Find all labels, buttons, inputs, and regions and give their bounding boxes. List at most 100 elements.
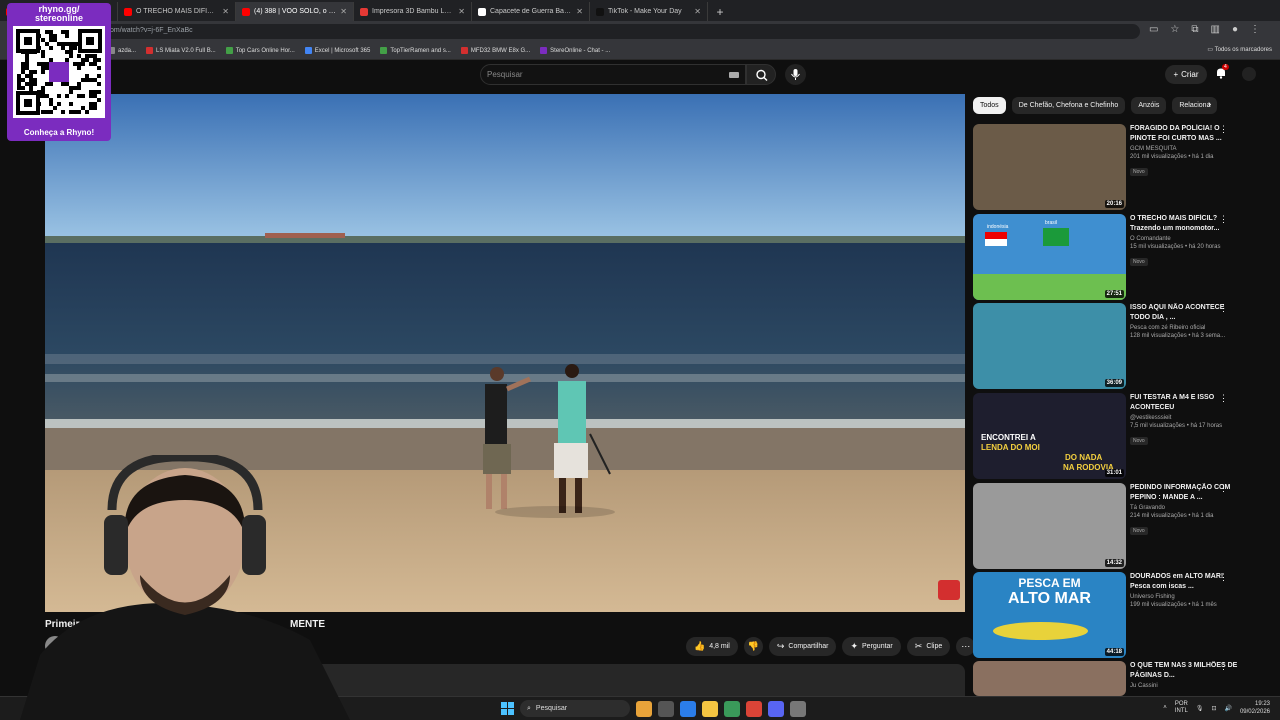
recommended-video[interactable]: PESCA EM ALTO MAR 44:18 DOURADOS em ALTO MA… <box>973 572 1253 658</box>
clip-button[interactable]: ✂ Clipe <box>906 637 951 656</box>
channel-name[interactable]: Universo Fishing <box>1130 594 1240 600</box>
badge-wrap: Novo <box>1130 519 1240 537</box>
like-count: 4,8 mil <box>709 643 730 650</box>
keyboard-icon[interactable] <box>729 72 739 78</box>
bookmark-item[interactable]: TopTierRamen and s... <box>380 47 451 54</box>
filter-chip[interactable]: Todos <box>973 97 1006 114</box>
browser-tab[interactable]: O TRECHO MAIS DIFÍCIL? Trazen ✕ <box>118 2 236 21</box>
chevron-up-icon[interactable]: ˄ <box>1163 705 1167 711</box>
bookmark-item[interactable]: Top Cars Online Hor... <box>225 47 295 54</box>
profile-icon[interactable]: ● <box>1232 24 1238 35</box>
subscribe-watermark-icon[interactable] <box>938 580 960 600</box>
copilot-icon[interactable] <box>680 701 696 717</box>
qr-code-image <box>13 26 105 118</box>
bookmark-item[interactable]: LS Miata V2.0 Full B... <box>146 47 216 54</box>
channel-name[interactable]: O Comandante <box>1130 236 1240 242</box>
browser-tab[interactable]: TikTok - Make Your Day ✕ <box>590 2 708 21</box>
tab-close-icon[interactable]: ✕ <box>458 7 465 16</box>
windows-start-icon[interactable] <box>501 702 514 715</box>
bookmark-item[interactable]: MFD32 BMW E8x G... <box>460 47 530 54</box>
video-thumbnail[interactable]: PESCA EM ALTO MAR 44:18 <box>973 572 1126 658</box>
video-thumbnail[interactable] <box>973 661 1126 696</box>
video-thumbnail[interactable]: 36:09 <box>973 303 1126 389</box>
recommended-video[interactable]: 14:32 PEDINDO INFORMAÇÃO COM PEPINO : MAN… <box>973 483 1253 569</box>
channel-name[interactable]: @vestikesssieit <box>1130 415 1240 421</box>
channel-name[interactable]: Pesca com zé Ribeiro oficial <box>1130 325 1240 331</box>
taskbar-search[interactable]: ⌕ Pesquisar <box>520 700 630 717</box>
more-options-icon[interactable]: ⋮ <box>1219 572 1228 583</box>
channel-name[interactable]: GCM MESQUITA <box>1130 146 1240 152</box>
bookmark-item[interactable]: azda... <box>108 47 136 54</box>
browser-tab[interactable]: (4) 388 | VOO SOLO, o dia que ✕ <box>236 2 354 21</box>
mic-tray-icon[interactable]: 🎙 <box>1196 705 1204 712</box>
menu-icon[interactable]: ⋮ <box>1250 24 1260 35</box>
more-options-icon[interactable]: ⋮ <box>1219 393 1228 404</box>
more-horizontal-icon: ⋯ <box>961 641 971 651</box>
channel-name[interactable]: Ju Cassini <box>1130 683 1240 689</box>
network-icon[interactable]: ⊡ <box>1211 705 1216 712</box>
recommended-video[interactable]: ENCONTREI A LENDA DO MOI DO NADA NA RODOVIA… <box>973 393 1253 479</box>
tab-close-icon[interactable]: ✕ <box>222 7 229 16</box>
clock[interactable]: 19:23 09/02/2026 <box>1240 700 1270 716</box>
more-options-icon[interactable]: ⋮ <box>1219 124 1228 135</box>
screen: { "browser": { "tabs": [ {"title": "n", … <box>0 0 1280 720</box>
dislike-button[interactable]: 👎 <box>743 637 763 656</box>
channel-name[interactable]: Tá Gravando <box>1130 505 1240 511</box>
filter-chip[interactable]: Anzóis <box>1131 97 1167 114</box>
extensions-icon[interactable]: ⧉ <box>1191 24 1198 35</box>
store-icon[interactable] <box>724 701 740 717</box>
account-avatar[interactable] <box>1242 67 1256 81</box>
scissors-icon: ✂ <box>914 641 923 651</box>
chrome-icon[interactable] <box>746 701 762 717</box>
taskbar-app-widget-icon[interactable] <box>636 701 652 717</box>
sidebar-icon[interactable]: ▥ <box>1211 24 1220 35</box>
filter-chip[interactable]: De Chefão, Chefona e Chefinho <box>1011 97 1126 114</box>
search-button[interactable] <box>746 64 776 85</box>
video-thumbnail[interactable]: indonésia brasil 27:51 <box>973 214 1126 300</box>
recommended-video[interactable]: 20:16 FORAGIDO DA POLÍCIA! O PINOTE FOI C… <box>973 124 1253 210</box>
chevron-right-icon[interactable]: › <box>1208 99 1211 110</box>
tab-close-icon[interactable]: ✕ <box>576 7 583 16</box>
video-thumbnail[interactable]: 14:32 <box>973 483 1126 569</box>
overlay-cta: Conheça a Rhyno! <box>23 128 95 137</box>
tab-title: TikTok - Make Your Day <box>608 8 682 15</box>
bookmark-item[interactable]: StereOnline - Chat - ... <box>540 47 610 54</box>
more-options-icon[interactable]: ⋮ <box>1219 661 1228 672</box>
recommended-video[interactable]: 36:09 ISSO AQUI NÃO ACONTECE TODO DIA , .… <box>973 303 1253 389</box>
address-bar[interactable]: om/watch?v=j-6F_EnXaBc <box>100 24 1140 39</box>
more-options-icon[interactable]: ⋮ <box>1219 214 1228 225</box>
tab-close-icon[interactable]: ✕ <box>694 7 701 16</box>
create-button[interactable]: + Criar <box>1165 65 1207 84</box>
language-indicator[interactable]: POR INTL <box>1175 701 1188 715</box>
video-thumbnail[interactable]: 20:16 <box>973 124 1126 210</box>
browser-tab[interactable]: Impresora 3D Bambu Lab P2S ✕ <box>354 2 472 21</box>
more-options-icon[interactable]: ⋮ <box>1219 303 1228 314</box>
recommended-video[interactable]: indonésia brasil 27:51 O TRECHO MAIS DIFÍCI… <box>973 214 1253 300</box>
search-input[interactable]: Pesquisar <box>480 64 746 85</box>
file-explorer-icon[interactable] <box>702 701 718 717</box>
task-view-icon[interactable] <box>658 701 674 717</box>
new-tab-button[interactable]: + <box>712 4 728 20</box>
recommended-video[interactable]: O QUE TEM NAS 3 MILHÕES DE PÁGINAS D... J… <box>973 661 1253 696</box>
volume-icon[interactable]: 🔊 <box>1224 705 1231 712</box>
like-button[interactable]: 👍 4,8 mil <box>686 637 738 656</box>
search-placeholder: Pesquisar <box>487 70 523 79</box>
video-thumbnail[interactable]: ENCONTREI A LENDA DO MOI DO NADA NA RODOVIA… <box>973 393 1126 479</box>
bookmark-item[interactable]: Excel | Microsoft 365 <box>304 47 370 54</box>
share-label: Compartilhar <box>788 643 829 650</box>
clock-time: 19:23 <box>1254 701 1270 707</box>
browser-tab[interactable]: Capacete de Guerra Battle Cat✕ <box>472 2 590 21</box>
more-options-icon[interactable]: ⋮ <box>1219 483 1228 494</box>
obs-icon[interactable] <box>790 701 806 717</box>
share-button[interactable]: ↪ Compartilhar <box>768 637 837 656</box>
discord-icon[interactable] <box>768 701 784 717</box>
bookmark-star-icon[interactable]: ☆ <box>1170 24 1179 35</box>
cast-icon[interactable]: ▭ <box>1149 24 1158 35</box>
voice-search-button[interactable] <box>785 64 806 85</box>
search-icon <box>756 69 768 81</box>
video-duration: 36:09 <box>1104 379 1124 387</box>
video-duration: 20:16 <box>1104 200 1124 208</box>
all-bookmarks-folder[interactable]: ▭ Todos os marcadores <box>1207 46 1272 53</box>
tab-close-icon[interactable]: ✕ <box>340 7 347 16</box>
ask-button[interactable]: ✦ Perguntar <box>842 637 901 656</box>
